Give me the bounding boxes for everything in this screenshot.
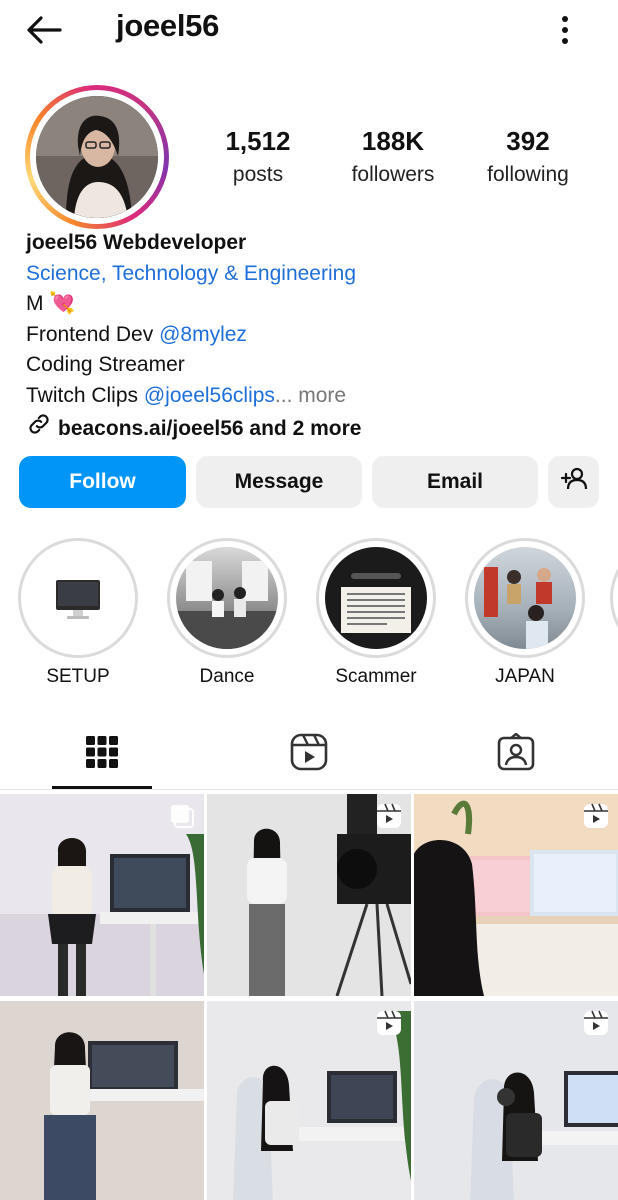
followers-count[interactable]: 188K followers — [328, 126, 458, 187]
multi-post-icon — [168, 802, 196, 835]
bio-line: Frontend Dev @8mylez — [26, 322, 247, 346]
profile-tabs — [0, 718, 618, 790]
profile-link[interactable]: beacons.ai/joeel56 and 2 more — [26, 411, 596, 447]
top-bar: joeel56 — [0, 0, 618, 60]
highlight-setup[interactable]: SETUP — [18, 538, 138, 688]
more-link[interactable]: ... more — [275, 384, 346, 407]
post-thumbnail[interactable] — [0, 1001, 204, 1200]
reels-icon — [290, 733, 328, 776]
profile-category[interactable]: Science, Technology & Engineering — [26, 259, 596, 290]
reel-badge-icon — [375, 802, 403, 835]
post-thumbnail[interactable] — [0, 794, 204, 996]
page-title: joeel56 — [116, 8, 220, 43]
tagged-icon — [497, 731, 535, 776]
active-tab-indicator — [52, 786, 152, 789]
profile-bio: joeel56 Webdeveloper Science, Technology… — [26, 228, 596, 447]
email-button[interactable]: Email — [372, 456, 538, 508]
post-thumbnail[interactable] — [414, 1001, 618, 1200]
profile-name: joeel56 Webdeveloper — [26, 231, 247, 254]
add-person-icon — [560, 465, 588, 499]
bio-line: Twitch Clips @joeel56clips... more — [26, 383, 347, 407]
message-button[interactable]: Message — [196, 456, 362, 508]
reel-badge-icon — [582, 1009, 610, 1042]
posts-count[interactable]: 1,512 posts — [193, 126, 323, 187]
tab-reels[interactable] — [259, 718, 359, 790]
tab-tagged[interactable] — [466, 718, 566, 790]
back-arrow-icon[interactable] — [22, 10, 70, 50]
bio-line: Coding Streamer — [26, 353, 185, 376]
highlight-partial[interactable] — [610, 538, 618, 658]
post-thumbnail[interactable] — [207, 794, 411, 996]
add-person-button[interactable] — [548, 456, 599, 508]
highlight-japan[interactable]: JAPAN — [465, 538, 585, 688]
reel-badge-icon — [375, 1009, 403, 1042]
avatar-story-ring[interactable] — [25, 85, 169, 229]
following-count[interactable]: 392 following — [463, 126, 593, 187]
mention-link[interactable]: @8mylez — [159, 323, 247, 346]
post-thumbnail[interactable] — [414, 794, 618, 996]
highlight-scammer[interactable]: Scammer — [316, 538, 436, 688]
post-thumbnail[interactable] — [207, 1001, 411, 1200]
bio-line: M 💘 — [26, 292, 76, 315]
avatar — [36, 96, 158, 218]
follow-button[interactable]: Follow — [19, 456, 186, 508]
more-options-icon[interactable] — [550, 10, 580, 50]
link-icon — [26, 411, 52, 447]
mention-link[interactable]: @joeel56clips — [144, 384, 275, 407]
tab-posts[interactable] — [52, 718, 152, 790]
highlight-dance[interactable]: Dance — [167, 538, 287, 688]
grid-icon — [85, 735, 119, 774]
reel-badge-icon — [582, 802, 610, 835]
